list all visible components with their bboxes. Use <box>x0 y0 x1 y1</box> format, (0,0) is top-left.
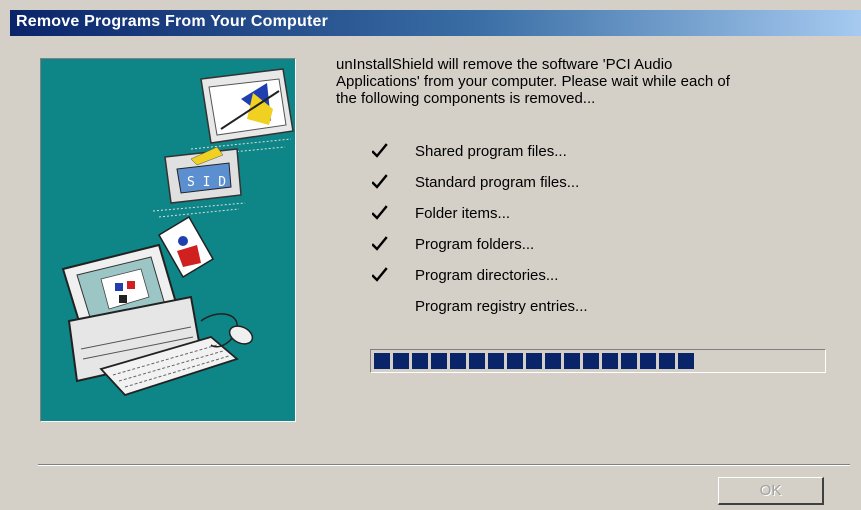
component-list: Shared program files... Standard program… <box>372 138 792 324</box>
component-item-program-folders: Program folders... <box>372 231 792 262</box>
progress-bar <box>370 349 826 373</box>
intro-line: unInstallShield will remove the software… <box>336 56 673 73</box>
checkmark-icon <box>372 236 388 251</box>
floating-chart-window-icon <box>190 68 294 156</box>
checkmark-icon <box>372 205 388 220</box>
component-label: Folder items... <box>415 205 511 222</box>
floating-card-icon <box>157 215 215 279</box>
computer-uninstall-illustration-icon: S I D <box>61 68 294 397</box>
progress-block <box>431 353 447 369</box>
divider <box>38 464 850 466</box>
window-title: Remove Programs From Your Computer <box>16 13 329 30</box>
progress-block <box>621 353 637 369</box>
component-item-standard-files: Standard program files... <box>372 169 792 200</box>
progress-block <box>659 353 675 369</box>
checkmark-icon <box>372 174 388 189</box>
component-item-registry-entries: Program registry entries... <box>372 293 792 324</box>
intro-message: unInstallShield will remove the software… <box>336 56 846 107</box>
svg-text:S I D: S I D <box>187 175 226 190</box>
component-item-program-directories: Program directories... <box>372 262 792 293</box>
checkmark-icon <box>372 267 388 282</box>
progress-block <box>640 353 656 369</box>
progress-block <box>488 353 504 369</box>
title-bar[interactable]: Remove Programs From Your Computer <box>10 10 861 36</box>
progress-block <box>450 353 466 369</box>
intro-line: Applications' from your computer. Please… <box>336 73 730 90</box>
component-label: Program folders... <box>415 236 535 253</box>
component-label: Program directories... <box>415 267 559 284</box>
progress-block <box>507 353 523 369</box>
checkmark-icon <box>372 143 388 158</box>
component-item-folder-items: Folder items... <box>372 200 792 231</box>
progress-block <box>393 353 409 369</box>
progress-fill <box>374 353 697 369</box>
progress-block <box>583 353 599 369</box>
progress-block <box>564 353 580 369</box>
progress-block <box>526 353 542 369</box>
ok-button[interactable]: OK <box>718 477 824 505</box>
progress-block <box>469 353 485 369</box>
intro-line: the following components is removed... <box>336 90 596 107</box>
uninstall-dialog: Remove Programs From Your Computer S I D <box>0 0 861 510</box>
floating-sid-window-icon: S I D <box>152 146 246 218</box>
component-item-shared-files: Shared program files... <box>372 138 792 169</box>
progress-block <box>374 353 390 369</box>
progress-block <box>412 353 428 369</box>
progress-block <box>678 353 694 369</box>
component-label: Shared program files... <box>415 143 567 160</box>
progress-block <box>545 353 561 369</box>
side-illustration: S I D <box>40 58 296 422</box>
progress-block <box>602 353 618 369</box>
component-label: Program registry entries... <box>415 298 588 315</box>
component-label: Standard program files... <box>415 174 580 191</box>
